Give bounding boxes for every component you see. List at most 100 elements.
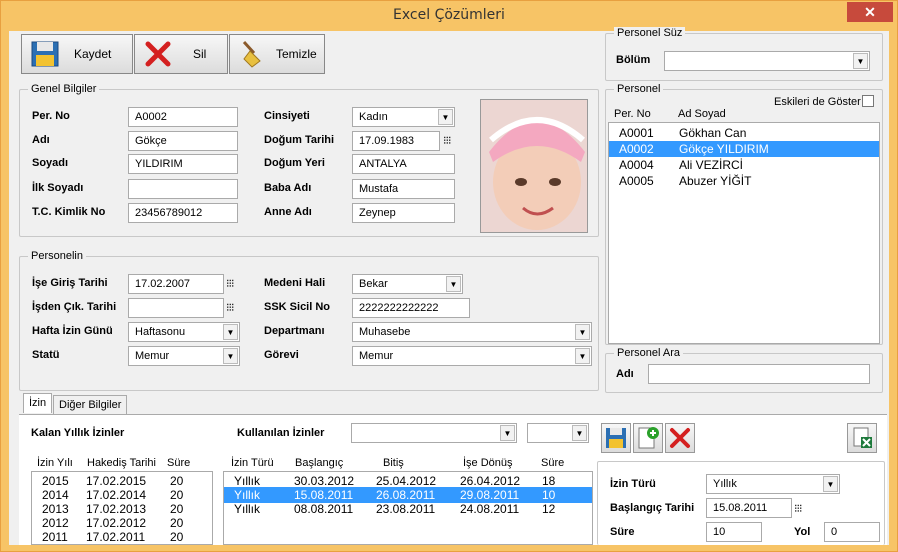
tab-diger[interactable]: Diğer Bilgiler	[53, 395, 128, 415]
floppy-disk-icon	[31, 41, 59, 67]
personel-ara-group: Personel Ara Adı	[605, 347, 883, 393]
excel-export-icon	[853, 427, 872, 448]
excel-export-button[interactable]	[847, 423, 877, 453]
cikis-label: İşden Çık. Tarihi	[32, 301, 117, 313]
list-item[interactable]: 2011 17.02.2011 20	[32, 529, 212, 544]
col-header-no: Per. No	[614, 108, 651, 120]
chevron-down-icon[interactable]: ▼	[438, 109, 453, 125]
list-item[interactable]: A0005 Abuzer YİĞİT	[609, 173, 879, 189]
col-header-sure: Süre	[167, 457, 191, 469]
per-no-label: Per. No	[32, 110, 70, 122]
statu-select[interactable]: Memur ▼	[128, 346, 240, 366]
date-picker-icon[interactable]: ⁝⁝⁝	[794, 502, 802, 515]
kullanilan-listbox[interactable]: Yıllık 30.03.2012 25.04.2012 26.04.2012 18 Y…	[223, 471, 593, 545]
chevron-down-icon[interactable]: ▼	[223, 324, 238, 340]
kalan-listbox[interactable]: 2015 17.02.2015 20 2014 17.02.2014 20 2013 17…	[31, 471, 213, 545]
giris-field[interactable]: 17.02.2007	[128, 274, 224, 294]
baslangic-label: Başlangıç Tarihi	[610, 502, 695, 514]
departman-value: Muhasebe	[359, 326, 411, 338]
izin-gunu-select[interactable]: Haftasonu ▼	[128, 322, 240, 342]
eskiler-checkbox[interactable]	[862, 95, 874, 107]
ssk-field[interactable]: 2222222222222	[352, 298, 470, 318]
col-header-name: Ad Soyad	[678, 108, 726, 120]
broom-icon	[242, 40, 261, 68]
sure-field[interactable]: 10	[706, 522, 762, 542]
delete-button[interactable]: Sil	[134, 34, 228, 74]
save-label: Kaydet	[74, 47, 112, 61]
kullanilan-filter-select[interactable]: ▼	[351, 423, 517, 443]
chevron-down-icon[interactable]: ▼	[500, 425, 515, 441]
delete-label: Sil	[193, 47, 207, 61]
izin-turu-value: Yıllık	[713, 478, 737, 490]
gorevi-select[interactable]: Memur ▼	[352, 346, 592, 366]
medeni-select[interactable]: Bekar ▼	[352, 274, 463, 294]
medeni-value: Bekar	[359, 278, 388, 290]
adi-label: Adı	[32, 134, 50, 146]
izin-add-button[interactable]	[633, 423, 663, 453]
gorevi-value: Memur	[359, 350, 394, 362]
group-title: Personel	[614, 83, 664, 95]
personel-listbox[interactable]: A0001 Gökhan Can A0002 Gökçe YILDIRIM A0…	[608, 122, 880, 344]
personel-group: Personel Eskileri de Göster Per. No Ad S…	[605, 83, 883, 345]
list-item[interactable]: A0004 Ali VEZİRCİ	[609, 157, 879, 173]
chevron-down-icon[interactable]: ▼	[823, 476, 838, 492]
bolum-select[interactable]: ▼	[664, 51, 870, 71]
title-bar: Excel Çözümleri ✕	[1, 1, 897, 31]
personelin-group: Personelin İşe Giriş Tarihi 17.02.2007 ⁝…	[19, 250, 599, 391]
clear-button[interactable]: Temizle	[229, 34, 325, 74]
tc-label: T.C. Kimlik No	[32, 206, 106, 218]
save-button[interactable]: Kaydet	[21, 34, 133, 74]
chevron-down-icon[interactable]: ▼	[446, 276, 461, 292]
floppy-disk-icon	[606, 428, 626, 448]
izin-gunu-label: Hafta İzin Günü	[32, 325, 113, 337]
adi-field[interactable]: Gökçe	[128, 131, 238, 151]
ilk-soyadi-field[interactable]	[128, 179, 238, 199]
date-picker-icon[interactable]: ⁝⁝⁝	[226, 301, 234, 314]
izin-turu-select[interactable]: Yıllık ▼	[706, 474, 840, 494]
list-item[interactable]: A0002 Gökçe YILDIRIM	[609, 141, 879, 157]
dogum-yeri-field[interactable]: ANTALYA	[352, 154, 455, 174]
departman-select[interactable]: Muhasebe ▼	[352, 322, 592, 342]
personel-photo[interactable]	[480, 99, 588, 233]
cinsiyet-value: Kadın	[359, 111, 388, 123]
anne-field[interactable]: Zeynep	[352, 203, 455, 223]
kullanilan-label: Kullanılan İzinler	[237, 427, 325, 439]
col-header-sure2: Süre	[541, 457, 565, 469]
tc-field[interactable]: 23456789012	[128, 203, 238, 223]
date-picker-icon[interactable]: ⁝⁝⁝	[226, 277, 234, 290]
baba-field[interactable]: Mustafa	[352, 179, 455, 199]
group-title: Personel Süz	[614, 27, 686, 39]
izin-turu-label: İzin Türü	[610, 478, 656, 490]
chevron-down-icon[interactable]: ▼	[575, 324, 590, 340]
chevron-down-icon[interactable]: ▼	[575, 348, 590, 364]
yol-field[interactable]: 0	[824, 522, 880, 542]
dogum-tarihi-field[interactable]: 17.09.1983	[352, 131, 440, 151]
group-title: Genel Bilgiler	[28, 83, 100, 95]
cinsiyet-select[interactable]: Kadın ▼	[352, 107, 455, 127]
bolum-label: Bölüm	[616, 54, 651, 66]
list-item[interactable]: A0001 Gökhan Can	[609, 125, 879, 141]
izin-delete-button[interactable]	[665, 423, 695, 453]
chevron-down-icon[interactable]: ▼	[223, 348, 238, 364]
client-area: Kaydet Sil Temizle Genel Bilgiler Per. N…	[9, 27, 889, 545]
eskiler-label: Eskileri de Göster	[774, 96, 861, 108]
chevron-down-icon[interactable]: ▼	[572, 425, 587, 441]
col-header-hakedis: Hakediş Tarihi	[87, 457, 156, 469]
izin-save-button[interactable]	[601, 423, 631, 453]
per-no-field[interactable]: A0002	[128, 107, 238, 127]
close-button[interactable]: ✕	[847, 2, 893, 22]
col-header-bitis: Bitiş	[383, 457, 404, 469]
col-header-yil: İzin Yılı	[37, 457, 73, 469]
ara-adi-field[interactable]	[648, 364, 870, 384]
baslangic-field[interactable]: 15.08.2011	[706, 498, 792, 518]
tab-izin[interactable]: İzin	[23, 393, 53, 413]
date-picker-icon[interactable]: ⁝⁝⁝	[443, 134, 451, 147]
chevron-down-icon[interactable]: ▼	[853, 53, 868, 69]
red-x-icon	[670, 428, 690, 448]
soyadi-field[interactable]: YILDIRIM	[128, 154, 238, 174]
app-window: Excel Çözümleri ✕ Kaydet Sil Temizle Gen…	[0, 0, 898, 552]
cikis-field[interactable]	[128, 298, 224, 318]
col-header-bas: Başlangıç	[295, 457, 344, 469]
table-row[interactable]: Yıllık 08.08.2011 23.08.2011 24.08.2011 12	[224, 501, 592, 517]
kullanilan-year-select[interactable]: ▼	[527, 423, 589, 443]
